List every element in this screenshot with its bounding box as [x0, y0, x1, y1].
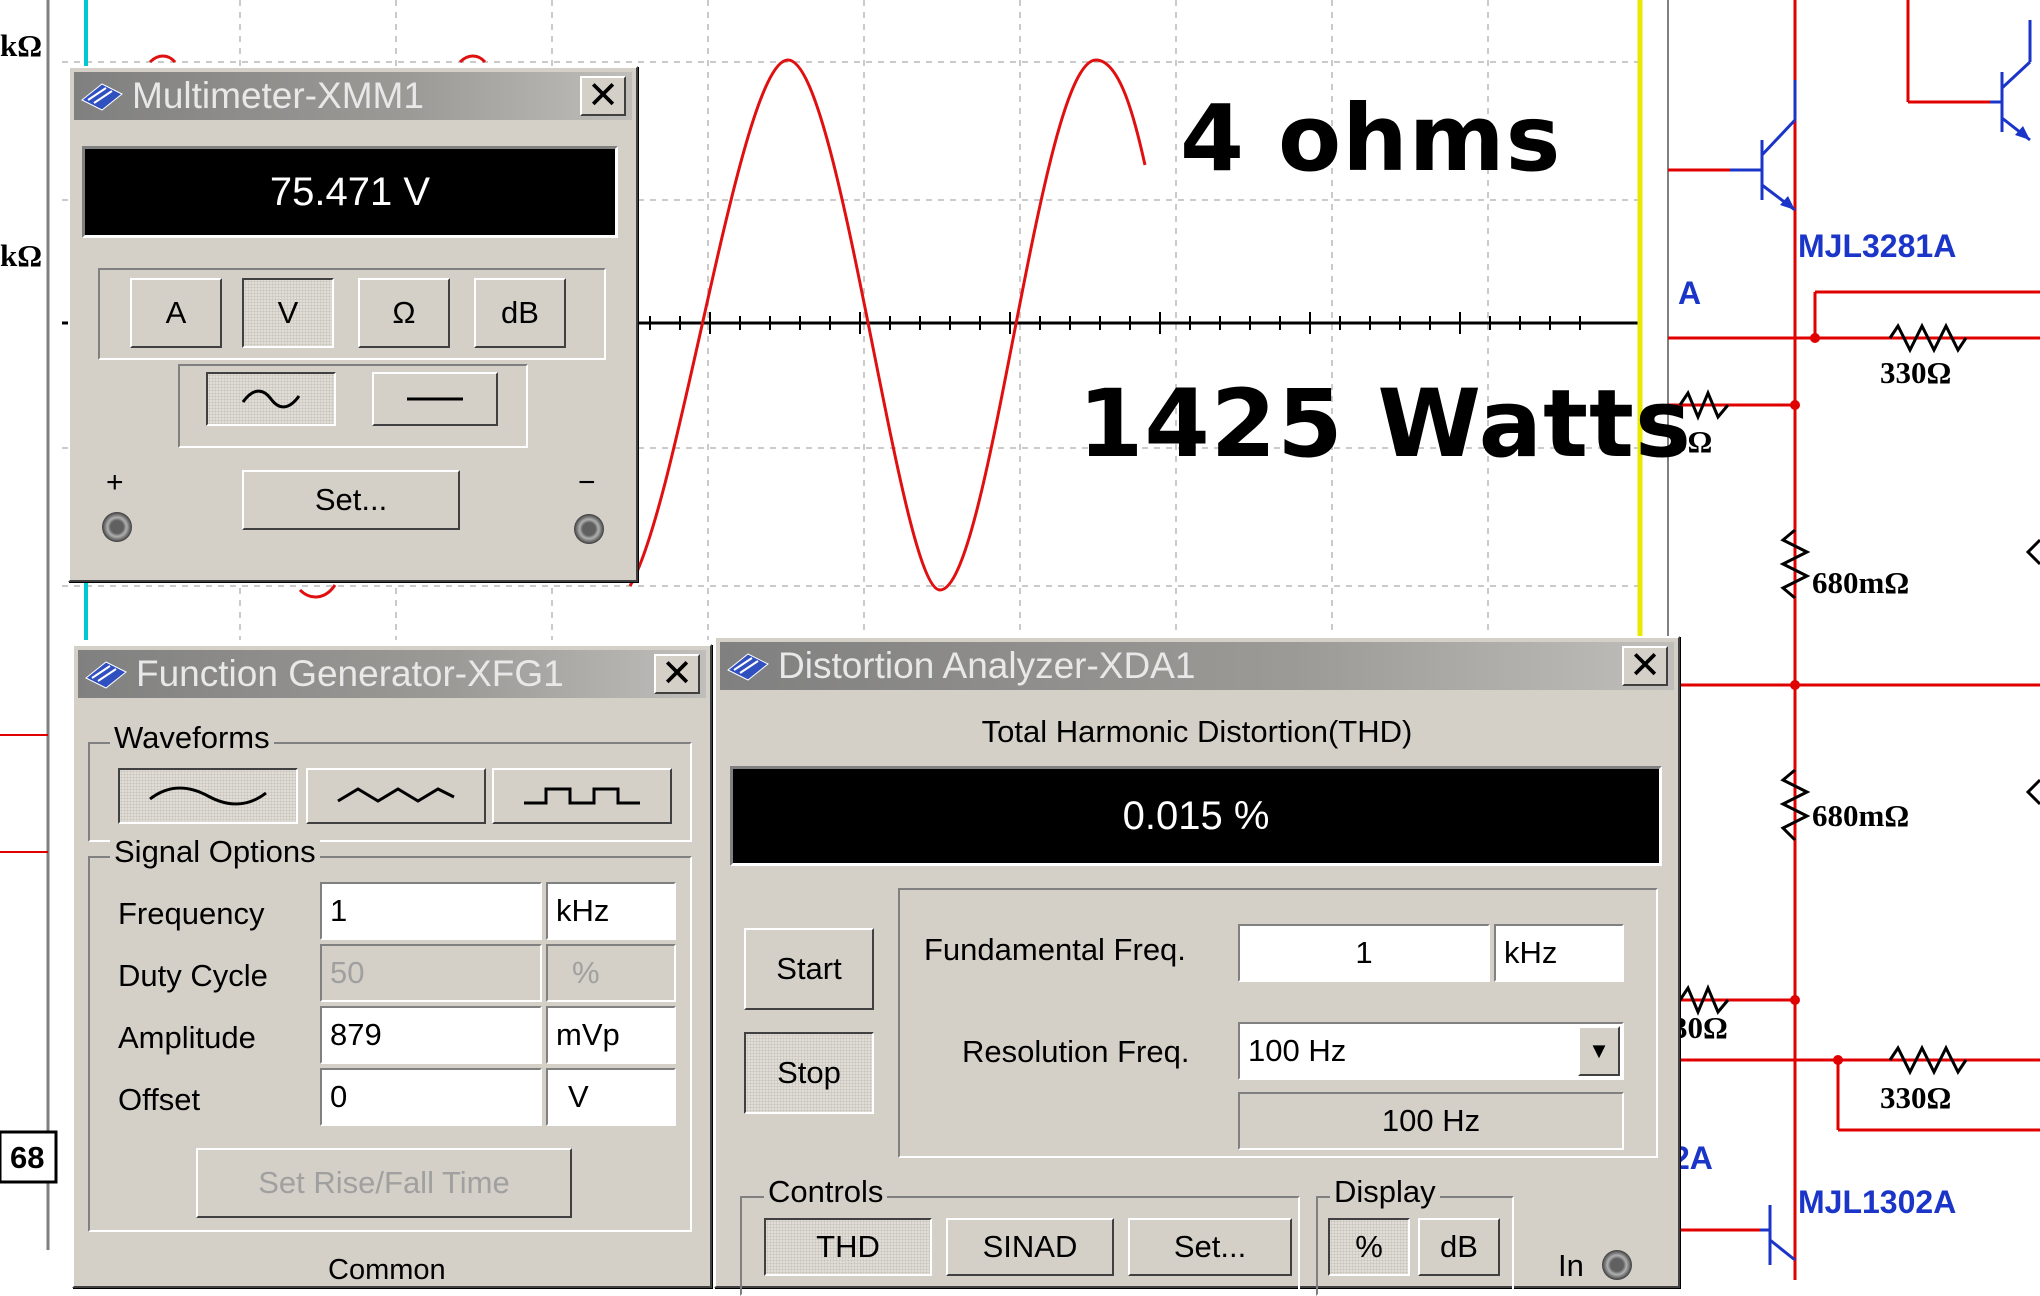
thd-button[interactable]: THD [764, 1218, 932, 1276]
function-generator-title: Function Generator-XFG1 [136, 653, 564, 694]
chevron-down-icon[interactable]: ▼ [1578, 1026, 1620, 1076]
resolution-freq-value: 100 Hz [1248, 1033, 1347, 1068]
set-button[interactable]: Set... [242, 470, 460, 530]
fundamental-freq-input[interactable]: 1 [1238, 924, 1490, 982]
controls-set-button[interactable]: Set... [1128, 1218, 1292, 1276]
left-box-value: 68 [10, 1140, 45, 1175]
mode-button-a[interactable]: A [130, 278, 222, 348]
multimeter-title: Multimeter-XMM1 [132, 75, 424, 116]
square-wave-icon [524, 787, 640, 805]
waveforms-label: Waveforms [110, 720, 274, 756]
frequency-input[interactable]: 1 [320, 882, 542, 940]
sinad-button[interactable]: SINAD [946, 1218, 1114, 1276]
amplitude-input[interactable]: 879 [320, 1006, 542, 1064]
input-terminal[interactable] [1602, 1250, 1632, 1280]
partial-resistor-30: 30Ω [1672, 1010, 1728, 1045]
distortion-analyzer-title: Distortion Analyzer-XDA1 [778, 645, 1196, 686]
amplitude-unit[interactable]: mVp [546, 1006, 676, 1064]
square-waveform-button[interactable] [492, 768, 672, 824]
dc-button[interactable] [372, 372, 498, 426]
sine-wave-icon [149, 786, 267, 806]
distortion-analyzer-window: Distortion Analyzer-XDA1 ✕ Total Harmoni… [714, 636, 1680, 1296]
thd-display: 0.015 % [730, 766, 1662, 866]
controls-label: Controls [764, 1174, 888, 1210]
duty-cycle-input[interactable]: 50 [320, 944, 542, 1002]
duty-cycle-label: Duty Cycle [118, 958, 268, 993]
function-generator-window: Function Generator-XFG1 ✕ Waveforms Sign… [72, 644, 712, 1288]
triangle-waveform-button[interactable] [306, 768, 486, 824]
display-percent-button[interactable]: % [1328, 1218, 1410, 1276]
duty-cycle-unit[interactable]: % [546, 944, 676, 1002]
minus-label: − [578, 466, 596, 499]
partial-resistor-k2: kΩ [0, 238, 43, 273]
transistor-label-bottom: MJL1302A [1798, 1184, 1957, 1220]
offset-label: Offset [118, 1082, 201, 1117]
in-label: In [1558, 1248, 1584, 1283]
rise-fall-button[interactable]: Set Rise/Fall Time [196, 1148, 572, 1218]
amplitude-label: Amplitude [118, 1020, 256, 1055]
close-icon[interactable]: ✕ [1622, 646, 1668, 686]
fundamental-freq-label: Fundamental Freq. [924, 932, 1186, 967]
common-label: Common [328, 1254, 446, 1286]
triangle-wave-icon [337, 787, 455, 803]
instrument-icon [727, 653, 769, 681]
dc-line-icon [407, 397, 463, 401]
instrument-icon [81, 83, 123, 111]
mode-button-db[interactable]: dB [474, 278, 566, 348]
signal-options-label: Signal Options [110, 834, 320, 870]
multimeter-titlebar[interactable]: Multimeter-XMM1 ✕ [74, 72, 632, 120]
function-generator-titlebar[interactable]: Function Generator-XFG1 ✕ [78, 650, 706, 698]
close-icon[interactable]: ✕ [580, 76, 626, 116]
display-db-button[interactable]: dB [1418, 1218, 1500, 1276]
instrument-icon [85, 661, 127, 689]
resistor-label-330-bottom: 330Ω [1880, 1080, 1952, 1115]
start-button[interactable]: Start [744, 928, 874, 1010]
distortion-analyzer-titlebar[interactable]: Distortion Analyzer-XDA1 ✕ [720, 642, 1674, 690]
mode-button-v[interactable]: V [242, 278, 334, 348]
minus-terminal[interactable] [574, 514, 604, 544]
mode-button-ohm[interactable]: Ω [358, 278, 450, 348]
display-label: Display [1330, 1174, 1440, 1210]
stop-button[interactable]: Stop [744, 1032, 874, 1114]
resolution-readout: 100 Hz [1238, 1092, 1624, 1150]
resolution-freq-label: Resolution Freq. [962, 1034, 1190, 1069]
power-label: 1425 Watts [1078, 370, 1692, 479]
sine-wave-icon [241, 389, 301, 409]
partial-label-a: A [1678, 275, 1702, 311]
close-icon[interactable]: ✕ [654, 654, 700, 694]
multimeter-display: 75.471 V [82, 146, 618, 238]
fundamental-freq-unit[interactable]: kHz [1494, 924, 1624, 982]
resistor-label-680m-bottom: 680mΩ [1812, 798, 1910, 833]
multimeter-window: Multimeter-XMM1 ✕ 75.471 V A V Ω dB + − … [68, 66, 638, 582]
load-label: 4 ohms [1180, 85, 1562, 192]
frequency-label: Frequency [118, 896, 265, 931]
offset-input[interactable]: 0 [320, 1068, 542, 1126]
resistor-label-330-top: 330Ω [1880, 355, 1952, 390]
plus-label: + [106, 466, 124, 499]
thd-heading: Total Harmonic Distortion(THD) [981, 714, 1413, 749]
offset-unit[interactable]: V [546, 1068, 676, 1126]
transistor-label-top: MJL3281A [1798, 228, 1957, 264]
frequency-unit[interactable]: kHz [546, 882, 676, 940]
ac-button[interactable] [206, 372, 336, 426]
sine-waveform-button[interactable] [118, 768, 298, 824]
resistor-label-680m-top: 680mΩ [1812, 565, 1910, 600]
resolution-freq-select[interactable]: 100 Hz [1238, 1022, 1624, 1080]
partial-resistor-k1: kΩ [0, 28, 43, 63]
plus-terminal[interactable] [102, 512, 132, 542]
